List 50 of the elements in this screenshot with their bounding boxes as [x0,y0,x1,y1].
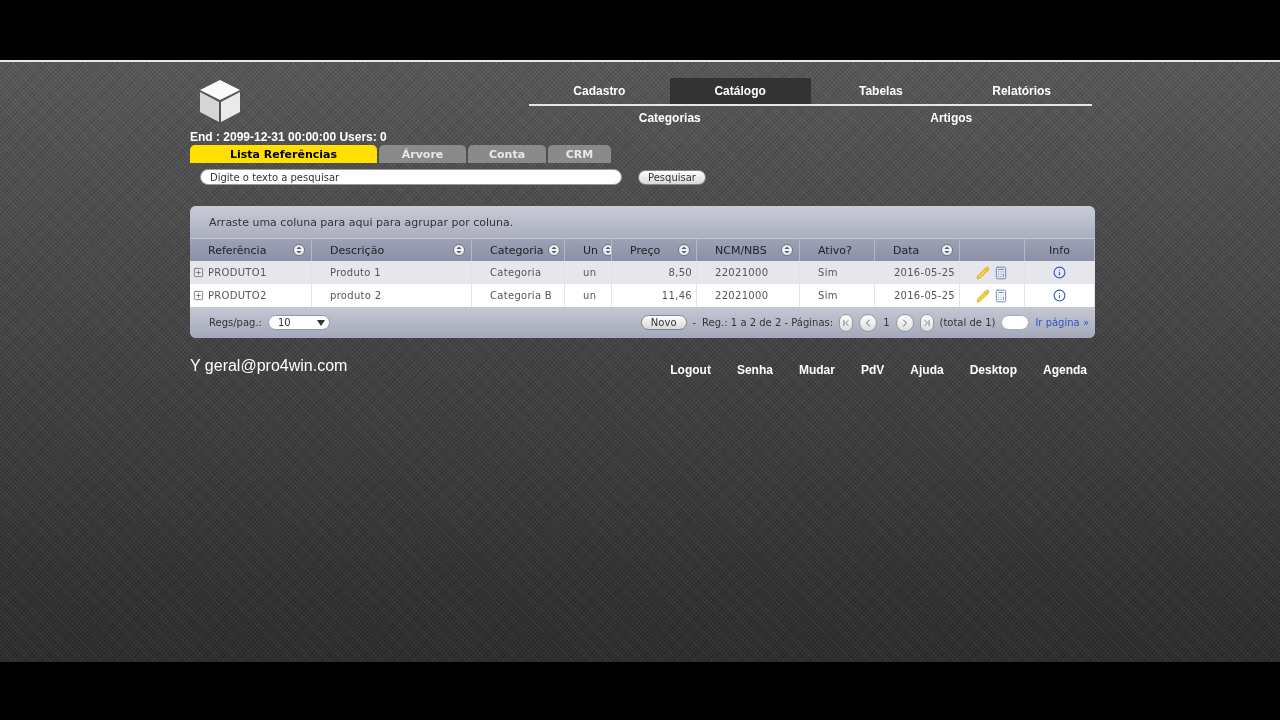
record-summary: Reg.: 1 a 2 de 2 - Páginas: [702,317,834,328]
submenu-link[interactable]: Artigos [810,111,1092,125]
tab[interactable]: Lista Referências [190,145,377,163]
expand-icon[interactable] [193,290,204,301]
page-size-label: Regs/pag.: [209,317,262,328]
new-button[interactable]: Novo [640,315,687,330]
page-size-select[interactable]: 10 [267,315,330,330]
sort-icon[interactable] [678,244,690,256]
info-icon[interactable] [1053,289,1066,302]
sort-icon[interactable] [602,244,611,256]
footer-link[interactable]: Mudar [772,363,835,377]
group-hint: Arraste uma coluna para aqui para agrupar por coluna. [190,206,1095,238]
page-total: (total de 1) [939,317,996,328]
footer-link[interactable]: Senha [710,363,773,377]
sort-icon[interactable] [547,244,560,256]
menu-tab[interactable]: Cadastro [529,78,670,104]
pencil-icon[interactable] [976,265,990,280]
previous-page-button[interactable] [859,313,878,332]
caret-icon [316,319,325,326]
cube-logo-icon [198,78,242,122]
first-page-button[interactable] [839,313,854,332]
sort-icon[interactable] [293,244,305,256]
first-page-icon [841,317,852,328]
pencil-icon[interactable] [976,288,990,303]
submenu-link[interactable]: Categorias [529,111,811,125]
page-number: 1 [883,317,890,328]
menu-tab[interactable]: Catálogo [669,78,811,104]
footer-link[interactable]: Ajuda [884,363,944,377]
info-icon[interactable] [1053,266,1066,279]
footer-link[interactable]: Agenda [1017,363,1087,377]
sort-icon[interactable] [941,244,953,256]
footer-link[interactable]: Logout [644,363,711,377]
user-email: Y geral@pro4win.com [190,357,348,375]
page-input[interactable] [1001,315,1030,330]
menu-tab[interactable]: Tabelas [810,78,952,104]
last-page-button[interactable] [919,313,934,332]
expand-icon[interactable] [193,267,204,278]
search-button[interactable]: Pesquisar [638,169,706,185]
status-text: End : 2099-12-31 00:00:00 Users: 0 [190,130,388,144]
separator-text: - [692,317,697,328]
next-page-button[interactable] [895,313,914,332]
calculator-icon[interactable] [994,288,1008,303]
footer-link[interactable]: PdV [834,363,885,377]
sort-icon[interactable] [781,244,793,256]
search-field[interactable]: Digite o texto a pesquisar [200,169,622,185]
sort-icon[interactable] [453,244,465,256]
footer-link[interactable]: Desktop [943,363,1017,377]
last-page-icon [921,317,932,328]
calculator-icon[interactable] [994,265,1008,280]
menu-tab[interactable]: Relatórios [951,78,1092,104]
